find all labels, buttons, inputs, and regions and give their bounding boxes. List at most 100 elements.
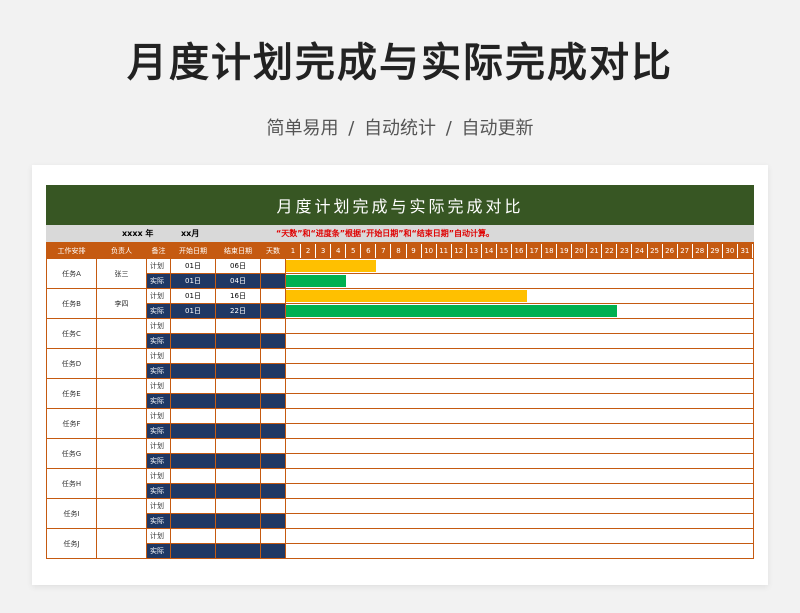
end-date-cell[interactable]: [215, 438, 261, 454]
days-cell[interactable]: [260, 378, 286, 394]
start-date-cell[interactable]: [170, 333, 216, 349]
year-field[interactable]: xxxx 年: [122, 228, 153, 239]
days-cell[interactable]: [260, 528, 286, 544]
days-cell[interactable]: [260, 258, 286, 274]
days-cell[interactable]: [260, 303, 286, 319]
remark-cell[interactable]: 实际: [146, 483, 171, 499]
days-cell[interactable]: [260, 543, 286, 559]
end-date-cell[interactable]: [215, 408, 261, 424]
end-date-cell[interactable]: 06日: [215, 258, 261, 274]
days-cell[interactable]: [260, 513, 286, 529]
days-cell[interactable]: [260, 363, 286, 379]
end-date-cell[interactable]: [215, 468, 261, 484]
start-date-cell[interactable]: [170, 393, 216, 409]
task-name-cell[interactable]: 任务J: [46, 528, 97, 559]
start-date-cell[interactable]: [170, 468, 216, 484]
remark-cell[interactable]: 计划: [146, 438, 171, 454]
end-date-cell[interactable]: [215, 363, 261, 379]
end-date-cell[interactable]: [215, 348, 261, 364]
task-name-cell[interactable]: 任务E: [46, 378, 97, 409]
remark-cell[interactable]: 计划: [146, 258, 171, 274]
remark-cell[interactable]: 实际: [146, 423, 171, 439]
start-date-cell[interactable]: [170, 318, 216, 334]
start-date-cell[interactable]: [170, 408, 216, 424]
end-date-cell[interactable]: [215, 498, 261, 514]
owner-cell[interactable]: [96, 318, 147, 349]
owner-cell[interactable]: [96, 348, 147, 379]
end-date-cell[interactable]: [215, 333, 261, 349]
start-date-cell[interactable]: [170, 423, 216, 439]
end-date-cell[interactable]: [215, 378, 261, 394]
remark-cell[interactable]: 实际: [146, 363, 171, 379]
end-date-cell[interactable]: 16日: [215, 288, 261, 304]
owner-cell[interactable]: 张三: [96, 258, 147, 289]
task-name-cell[interactable]: 任务B: [46, 288, 97, 319]
owner-cell[interactable]: [96, 408, 147, 439]
start-date-cell[interactable]: 01日: [170, 273, 216, 289]
task-name-cell[interactable]: 任务A: [46, 258, 97, 289]
owner-cell[interactable]: 李四: [96, 288, 147, 319]
start-date-cell[interactable]: [170, 438, 216, 454]
owner-cell[interactable]: [96, 438, 147, 469]
days-cell[interactable]: [260, 438, 286, 454]
end-date-cell[interactable]: 22日: [215, 303, 261, 319]
days-cell[interactable]: [260, 273, 286, 289]
start-date-cell[interactable]: 01日: [170, 288, 216, 304]
end-date-cell[interactable]: [215, 453, 261, 469]
task-name-cell[interactable]: 任务G: [46, 438, 97, 469]
start-date-cell[interactable]: [170, 378, 216, 394]
remark-cell[interactable]: 计划: [146, 288, 171, 304]
end-date-cell[interactable]: [215, 543, 261, 559]
remark-cell[interactable]: 实际: [146, 453, 171, 469]
days-cell[interactable]: [260, 333, 286, 349]
days-cell[interactable]: [260, 423, 286, 439]
end-date-cell[interactable]: 04日: [215, 273, 261, 289]
start-date-cell[interactable]: [170, 483, 216, 499]
start-date-cell[interactable]: [170, 498, 216, 514]
days-cell[interactable]: [260, 483, 286, 499]
end-date-cell[interactable]: [215, 423, 261, 439]
end-date-cell[interactable]: [215, 528, 261, 544]
remark-cell[interactable]: 计划: [146, 408, 171, 424]
start-date-cell[interactable]: [170, 363, 216, 379]
days-cell[interactable]: [260, 348, 286, 364]
start-date-cell[interactable]: [170, 453, 216, 469]
end-date-cell[interactable]: [215, 513, 261, 529]
days-cell[interactable]: [260, 408, 286, 424]
remark-cell[interactable]: 实际: [146, 513, 171, 529]
remark-cell[interactable]: 实际: [146, 303, 171, 319]
days-cell[interactable]: [260, 318, 286, 334]
owner-cell[interactable]: [96, 378, 147, 409]
remark-cell[interactable]: 计划: [146, 378, 171, 394]
start-date-cell[interactable]: 01日: [170, 258, 216, 274]
start-date-cell[interactable]: [170, 348, 216, 364]
start-date-cell[interactable]: 01日: [170, 303, 216, 319]
start-date-cell[interactable]: [170, 543, 216, 559]
days-cell[interactable]: [260, 393, 286, 409]
days-cell[interactable]: [260, 288, 286, 304]
remark-cell[interactable]: 计划: [146, 528, 171, 544]
owner-cell[interactable]: [96, 498, 147, 529]
remark-cell[interactable]: 实际: [146, 333, 171, 349]
task-name-cell[interactable]: 任务C: [46, 318, 97, 349]
remark-cell[interactable]: 实际: [146, 273, 171, 289]
owner-cell[interactable]: [96, 528, 147, 559]
start-date-cell[interactable]: [170, 528, 216, 544]
owner-cell[interactable]: [96, 468, 147, 499]
remark-cell[interactable]: 计划: [146, 498, 171, 514]
remark-cell[interactable]: 计划: [146, 348, 171, 364]
days-cell[interactable]: [260, 468, 286, 484]
task-name-cell[interactable]: 任务F: [46, 408, 97, 439]
days-cell[interactable]: [260, 453, 286, 469]
end-date-cell[interactable]: [215, 393, 261, 409]
task-name-cell[interactable]: 任务H: [46, 468, 97, 499]
end-date-cell[interactable]: [215, 483, 261, 499]
month-field[interactable]: xx月: [181, 228, 199, 239]
task-name-cell[interactable]: 任务I: [46, 498, 97, 529]
start-date-cell[interactable]: [170, 513, 216, 529]
task-name-cell[interactable]: 任务D: [46, 348, 97, 379]
days-cell[interactable]: [260, 498, 286, 514]
end-date-cell[interactable]: [215, 318, 261, 334]
remark-cell[interactable]: 计划: [146, 318, 171, 334]
remark-cell[interactable]: 实际: [146, 543, 171, 559]
